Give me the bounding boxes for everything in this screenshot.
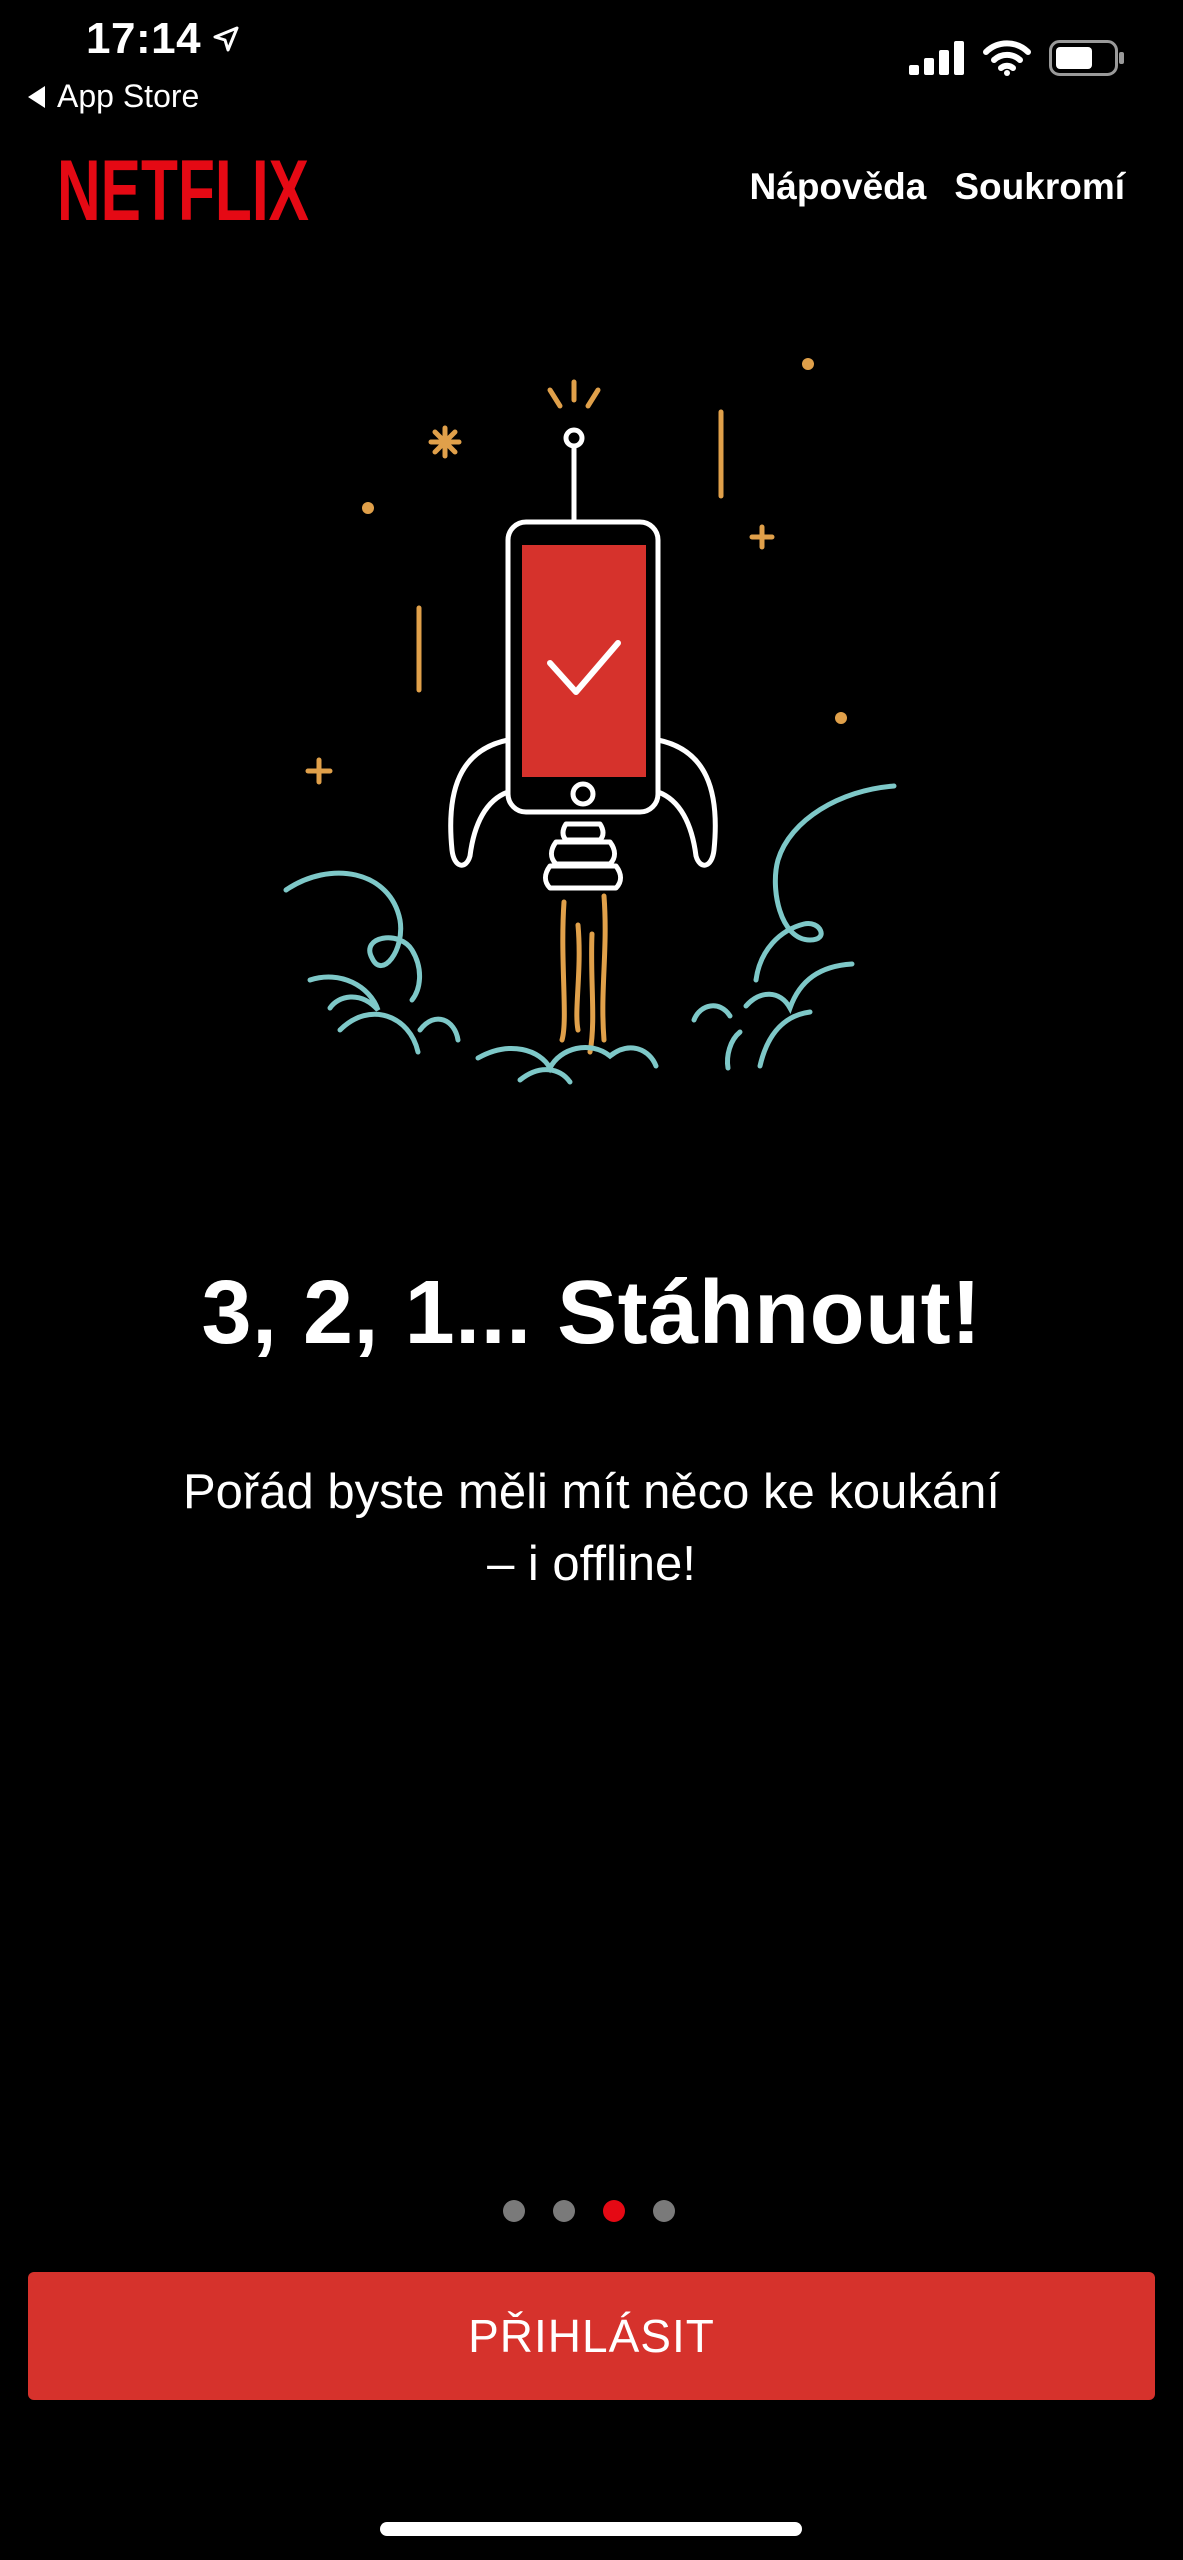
privacy-link[interactable]: Soukromí [954,166,1125,208]
battery-icon [1049,40,1124,76]
page-dot-4[interactable] [652,2200,675,2222]
help-link[interactable]: Nápověda [750,166,927,208]
exhaust-line [600,893,608,1043]
plus-spark [749,524,775,550]
wifi-icon [983,40,1031,76]
page-dot-1[interactable] [502,2200,525,2222]
page-indicator[interactable] [0,2200,1180,2222]
location-arrow-icon [213,26,239,52]
back-to-app-store[interactable]: App Store [28,78,199,115]
app-header: NETFLIX Nápověda Soukromí [0,140,1183,240]
home-indicator[interactable] [380,2522,802,2536]
page-dot-2[interactable] [552,2200,575,2222]
onboarding-headline: 3, 2, 1... Stáhnout! [201,1263,982,1363]
rocket-phone-illustration [283,358,897,1085]
status-time-text: 17:14 [86,14,202,63]
phone-screen [522,545,646,777]
netflix-logo-text: NETFLIX [57,150,309,228]
plus-spark [305,757,333,785]
page-dot-3-active[interactable] [602,2200,625,2222]
back-app-label: App Store [57,78,200,114]
sign-in-button[interactable]: PŘIHLÁSIT [28,2272,1155,2400]
netflix-logo: NETFLIX [57,150,309,228]
header-links: Nápověda Soukromí [750,166,1125,208]
exhaust-line [587,931,596,1055]
antenna-rays [547,379,601,409]
cellular-signal-icon [909,41,964,75]
status-indicators [909,40,1125,76]
asterisk-spark [428,425,462,459]
status-time: 17:14 [86,14,241,64]
exhaust-line [559,899,567,1043]
onboarding-subtitle: Pořád byste měli mít něco ke koukání – i… [182,1465,1001,1591]
status-bar: 17:14 App Store [0,0,1183,130]
back-arrow-icon [28,85,45,108]
exhaust-line [574,922,582,1033]
